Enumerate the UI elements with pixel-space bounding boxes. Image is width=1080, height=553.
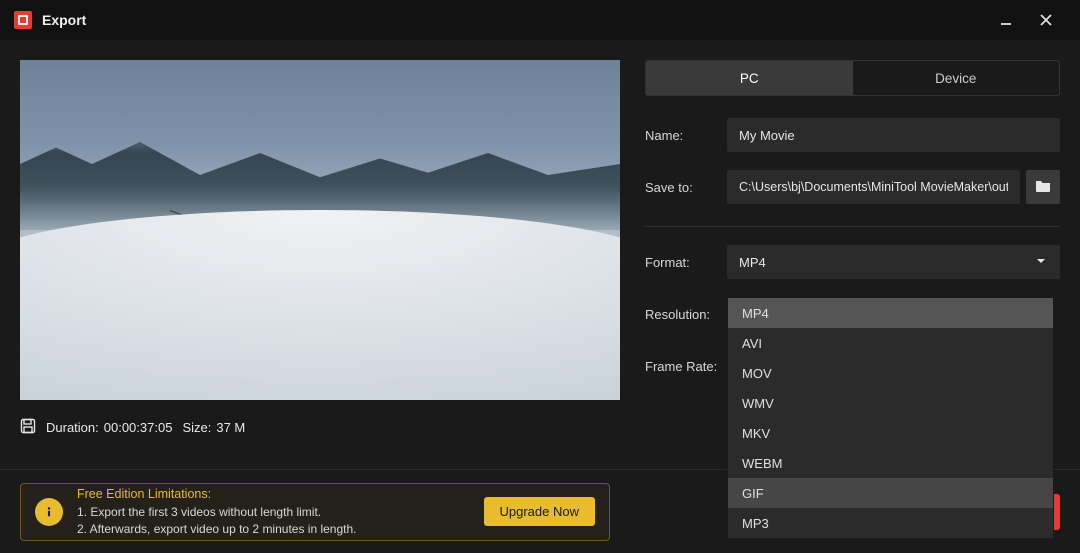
format-option-mp4[interactable]: MP4 (728, 298, 1053, 328)
duration-label: Duration: (46, 420, 99, 435)
tab-pc[interactable]: PC (646, 61, 853, 95)
video-preview (20, 60, 620, 400)
app-icon (14, 11, 32, 29)
limitations-line1: 1. Export the first 3 videos without len… (77, 504, 470, 521)
name-input[interactable] (727, 118, 1060, 152)
label-name: Name: (645, 128, 727, 143)
save-disk-icon (20, 418, 36, 437)
label-saveto: Save to: (645, 180, 727, 195)
minimize-button[interactable] (986, 0, 1026, 40)
row-saveto: Save to: (645, 170, 1060, 204)
format-select[interactable]: MP4 (727, 245, 1060, 279)
main-content: Duration: 00:00:37:05 Size: 37 M PC Devi… (0, 40, 1080, 457)
format-option-webm[interactable]: WEBM (728, 448, 1053, 478)
format-option-mov[interactable]: MOV (728, 358, 1053, 388)
titlebar: Export (0, 0, 1080, 40)
format-option-avi[interactable]: AVI (728, 328, 1053, 358)
export-target-tabs: PC Device (645, 60, 1060, 96)
label-framerate: Frame Rate: (645, 359, 727, 374)
folder-icon (1034, 177, 1052, 198)
close-button[interactable] (1026, 0, 1066, 40)
left-column: Duration: 00:00:37:05 Size: 37 M (20, 60, 625, 437)
limitations-title: Free Edition Limitations: (77, 485, 470, 503)
upgrade-button[interactable]: Upgrade Now (484, 497, 596, 526)
tab-device[interactable]: Device (853, 61, 1060, 95)
format-option-mp3[interactable]: MP3 (728, 508, 1053, 538)
row-format: Format: MP4 (645, 245, 1060, 279)
label-resolution: Resolution: (645, 307, 727, 322)
row-name: Name: (645, 118, 1060, 152)
label-format: Format: (645, 255, 727, 270)
format-dropdown[interactable]: MP4AVIMOVWMVMKVWEBMGIFMP3 (727, 297, 1054, 539)
right-column: PC Device Name: Save to: Format: MP4 (645, 60, 1060, 437)
format-option-mkv[interactable]: MKV (728, 418, 1053, 448)
info-icon (35, 498, 63, 526)
limitations-text: Free Edition Limitations: 1. Export the … (77, 485, 470, 539)
saveto-input[interactable] (727, 170, 1020, 204)
preview-info: Duration: 00:00:37:05 Size: 37 M (20, 418, 625, 437)
format-option-wmv[interactable]: WMV (728, 388, 1053, 418)
limitations-box: Free Edition Limitations: 1. Export the … (20, 483, 610, 541)
size-value: 37 M (216, 420, 245, 435)
format-select-value: MP4 (739, 255, 766, 270)
format-option-gif[interactable]: GIF (728, 478, 1053, 508)
limitations-line2: 2. Afterwards, export video up to 2 minu… (77, 521, 470, 538)
browse-button[interactable] (1026, 170, 1060, 204)
chevron-down-icon (1034, 254, 1048, 271)
window-title: Export (42, 12, 86, 28)
divider (645, 226, 1060, 227)
size-label: Size: (182, 420, 211, 435)
dropdown-anchor: Resolution: Frame Rate: MP4AVIMOVWMVMKVW… (645, 297, 1060, 401)
duration-value: 00:00:37:05 (104, 420, 173, 435)
